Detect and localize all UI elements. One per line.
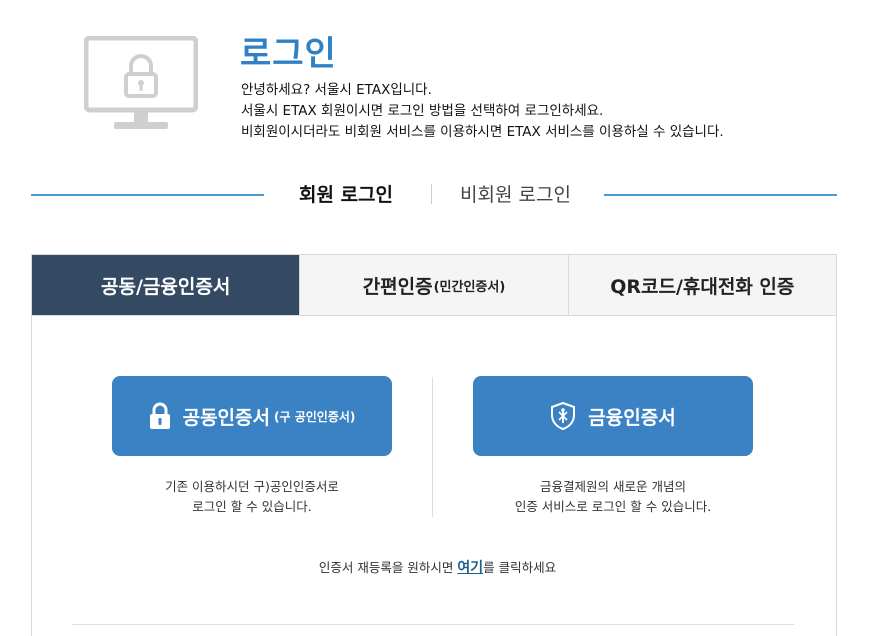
guest-login-link[interactable]: 비회원 로그인	[460, 180, 571, 207]
desc-line: 기존 이용하시던 구)공인인증서로	[165, 479, 339, 494]
intro-text: 안녕하세요? 서울시 ETAX입니다. 서울시 ETAX 회원이시면 로그인 방…	[241, 80, 724, 143]
intro-line: 비회원이시더라도 비회원 서비스를 이용하시면 ETAX 서비스를 이용하실 수…	[241, 124, 724, 140]
tab-joint-finance-cert[interactable]: 공동/금융인증서	[32, 255, 300, 315]
reregister-link[interactable]: 여기	[457, 560, 483, 576]
tab-label: QR코드/휴대전화 인증	[610, 275, 795, 298]
cert-panel	[31, 316, 837, 636]
divider-left	[31, 194, 264, 196]
divider-right	[604, 194, 837, 196]
intro-line: 안녕하세요? 서울시 ETAX입니다.	[241, 82, 432, 98]
reregister-text-after: 를 클릭하세요	[483, 560, 557, 575]
tab-simple-auth[interactable]: 간편인증 (민간인증서)	[299, 255, 568, 315]
intro-line: 서울시 ETAX 회원이시면 로그인 방법을 선택하여 로그인하세요.	[241, 103, 604, 119]
tab-label: 간편인증	[362, 275, 433, 298]
tab-sub-label: (민간인증서)	[433, 279, 506, 295]
finance-cert-label: 금융인증서	[588, 406, 676, 429]
switch-separator	[431, 184, 432, 204]
page-title: 로그인	[240, 34, 337, 74]
shield-icon	[550, 401, 576, 431]
joint-cert-button[interactable]: 공동인증서 (구 공인인증서)	[112, 376, 392, 456]
joint-cert-sub-label: (구 공인인증서)	[274, 409, 356, 424]
tab-label: 공동/금융인증서	[101, 275, 231, 298]
desc-line: 인증 서비스로 로그인 할 수 있습니다.	[514, 499, 712, 514]
joint-cert-description: 기존 이용하시던 구)공인인증서로 로그인 할 수 있습니다.	[102, 477, 402, 517]
desc-line: 로그인 할 수 있습니다.	[192, 499, 312, 514]
panel-divider	[432, 377, 433, 517]
member-login-link[interactable]: 회원 로그인	[299, 180, 393, 207]
finance-cert-description: 금융결제원의 새로운 개념의 인증 서비스로 로그인 할 수 있습니다.	[463, 477, 763, 517]
finance-cert-button[interactable]: 금융인증서	[473, 376, 753, 456]
reregister-note: 인증서 재등록을 원하시면 여기를 클릭하세요	[0, 557, 875, 577]
reregister-text: 인증서 재등록을 원하시면	[318, 560, 458, 575]
tab-qr-phone-auth[interactable]: QR코드/휴대전화 인증	[567, 255, 836, 315]
desc-line: 금융결제원의 새로운 개념의	[540, 479, 686, 494]
bottom-divider	[72, 624, 794, 625]
joint-cert-label: 공동인증서	[182, 406, 270, 429]
monitor-lock-icon	[83, 35, 199, 134]
cert-tabs: 공동/금융인증서 간편인증 (민간인증서) QR코드/휴대전화 인증	[31, 254, 837, 316]
lock-icon	[149, 402, 171, 430]
